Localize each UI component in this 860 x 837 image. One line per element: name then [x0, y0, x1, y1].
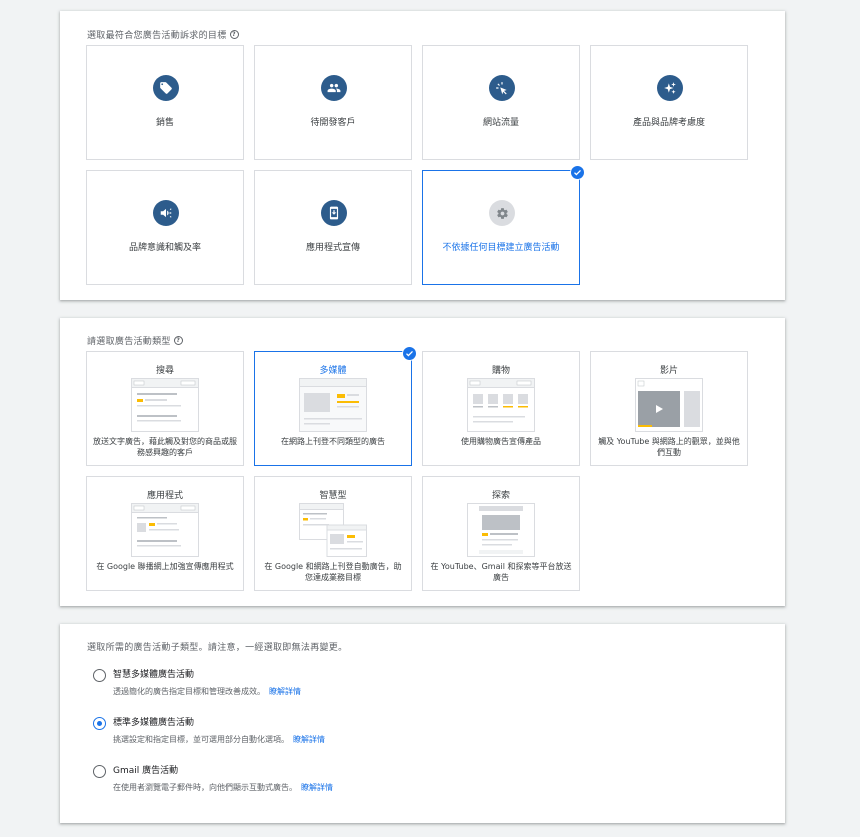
type-description: 放送文字廣告，藉此觸及對您的商品或服務感興趣的客戶 [93, 437, 237, 457]
goal-tile-brand-awareness[interactable]: 品牌意識和觸及率 [86, 170, 244, 285]
type-label: 購物 [491, 366, 510, 376]
subtype-prompt: 選取所需的廣告活動子類型。請注意，一經選取即無法再變更。 [87, 640, 347, 653]
campaign-type-card: 請選取廣告活動類型 ? 搜尋 放送文字廣告，藉此觸及對您的商品或服務感興趣的客戶… [60, 318, 785, 606]
discovery-ad-illustration [467, 503, 535, 557]
option-description: 挑選設定和指定目標，並可選用部分自動化選項。 瞭解詳情 [113, 734, 325, 745]
sparkle-icon [657, 75, 683, 101]
goal-label: 產品與品牌考慮度 [632, 118, 705, 128]
type-label: 應用程式 [146, 491, 183, 501]
radio-button[interactable] [93, 717, 106, 730]
goal-tile-website-traffic[interactable]: 網站流量 [422, 45, 580, 160]
subtype-prompt-text: 選取所需的廣告活動子類型。請注意，一經選取即無法再變更。 [87, 643, 348, 653]
option-title: 智慧多媒體廣告活動 [113, 670, 195, 680]
goal-label: 銷售 [155, 118, 174, 128]
goal-label: 不依據任何目標建立廣告活動 [442, 243, 560, 253]
option-description-text: 透過簡化的廣告指定目標和管理改善成效。 [113, 687, 265, 696]
type-description: 觸及 YouTube 與網路上的觀眾，並與他們互動 [598, 437, 740, 457]
type-tile-shopping[interactable]: 購物 使用購物廣告宣傳產品 [422, 351, 580, 466]
goal-label: 應用程式宣傳 [305, 243, 360, 253]
learn-more-link[interactable]: 瞭解詳情 [293, 735, 325, 744]
radio-button[interactable] [93, 669, 106, 682]
goal-tile-no-goal[interactable]: 不依據任何目標建立廣告活動 [422, 165, 585, 285]
type-label: 探索 [491, 491, 510, 501]
goal-tile-app-promotion[interactable]: 應用程式宣傳 [254, 170, 412, 285]
selected-check-icon [570, 165, 585, 180]
type-label: 搜尋 [155, 366, 174, 376]
goal-tile-consideration[interactable]: 產品與品牌考慮度 [590, 45, 748, 160]
type-tile-search[interactable]: 搜尋 放送文字廣告，藉此觸及對您的商品或服務感興趣的客戶 [86, 351, 244, 466]
megaphone-icon [153, 200, 179, 226]
type-label: 影片 [659, 366, 678, 376]
campaign-subtype-card: 選取所需的廣告活動子類型。請注意，一經選取即無法再變更。 智慧多媒體廣告活動 透… [60, 624, 785, 823]
type-description: 使用購物廣告宣傳產品 [461, 437, 541, 446]
help-icon[interactable]: ? [173, 336, 183, 345]
selected-check-icon [402, 346, 417, 361]
search-ad-illustration [131, 378, 199, 432]
phone-download-icon [321, 200, 347, 226]
shopping-ad-illustration [467, 378, 535, 432]
learn-more-link[interactable]: 瞭解詳情 [269, 687, 301, 696]
goal-label: 品牌意識和觸及率 [128, 243, 201, 253]
cursor-click-icon [489, 75, 515, 101]
goal-label: 網站流量 [482, 118, 519, 128]
tag-icon [153, 75, 179, 101]
goal-prompt-text: 選取最符合您廣告活動訴求的目標 [87, 31, 227, 41]
type-description: 在 Google 和網路上刊登自動廣告，助您達成業務目標 [264, 562, 402, 582]
goal-label: 待開發客戶 [310, 118, 356, 128]
type-label: 多媒體 [319, 366, 347, 376]
type-tile-discovery[interactable]: 探索 在 YouTube、Gmail 和探索等平台放送廣告 [422, 476, 580, 591]
option-description: 透過簡化的廣告指定目標和管理改善成效。 瞭解詳情 [113, 686, 301, 697]
learn-more-link[interactable]: 瞭解詳情 [301, 783, 333, 792]
gear-icon [489, 200, 515, 226]
type-prompt: 請選取廣告活動類型 ? [87, 334, 183, 347]
type-description: 在 YouTube、Gmail 和探索等平台放送廣告 [430, 562, 572, 582]
option-title: 標準多媒體廣告活動 [113, 718, 195, 728]
people-icon [321, 75, 347, 101]
type-prompt-text: 請選取廣告活動類型 [87, 337, 171, 347]
option-description-text: 在使用者瀏覽電子郵件時，向他們顯示互動式廣告。 [113, 783, 297, 792]
option-description-text: 挑選設定和指定目標，並可選用部分自動化選項。 [113, 735, 289, 744]
type-tile-video[interactable]: 影片 觸及 YouTube 與網路上的觀眾，並與他們互動 [590, 351, 748, 466]
campaign-goal-card: 選取最符合您廣告活動訴求的目標 ? 銷售 待開發客戶 網站流量 產品與品牌考慮度… [60, 11, 785, 300]
type-description: 在網路上刊登不同類型的廣告 [281, 437, 385, 446]
option-title: Gmail 廣告活動 [113, 766, 179, 776]
goal-prompt: 選取最符合您廣告活動訴求的目標 ? [87, 28, 239, 41]
help-icon[interactable]: ? [229, 30, 239, 39]
video-ad-illustration [635, 378, 703, 432]
type-tile-display[interactable]: 多媒體 在網路上刊登不同類型的廣告 [254, 346, 417, 466]
type-tile-app[interactable]: 應用程式 在 Google 聯播網上加強宣傳應用程式 [86, 476, 244, 591]
radio-button[interactable] [93, 765, 106, 778]
option-description: 在使用者瀏覽電子郵件時，向他們顯示互動式廣告。 瞭解詳情 [113, 782, 333, 793]
type-label: 智慧型 [319, 491, 347, 501]
goal-tile-leads[interactable]: 待開發客戶 [254, 45, 412, 160]
display-ad-illustration [299, 378, 367, 432]
type-description: 在 Google 聯播網上加強宣傳應用程式 [96, 562, 234, 571]
smart-ad-illustration [299, 503, 367, 557]
type-tile-smart[interactable]: 智慧型 在 Google 和網路上刊登自動廣告，助您達成業務目標 [254, 476, 412, 591]
app-ad-illustration [131, 503, 199, 557]
goal-tile-sales[interactable]: 銷售 [86, 45, 244, 160]
